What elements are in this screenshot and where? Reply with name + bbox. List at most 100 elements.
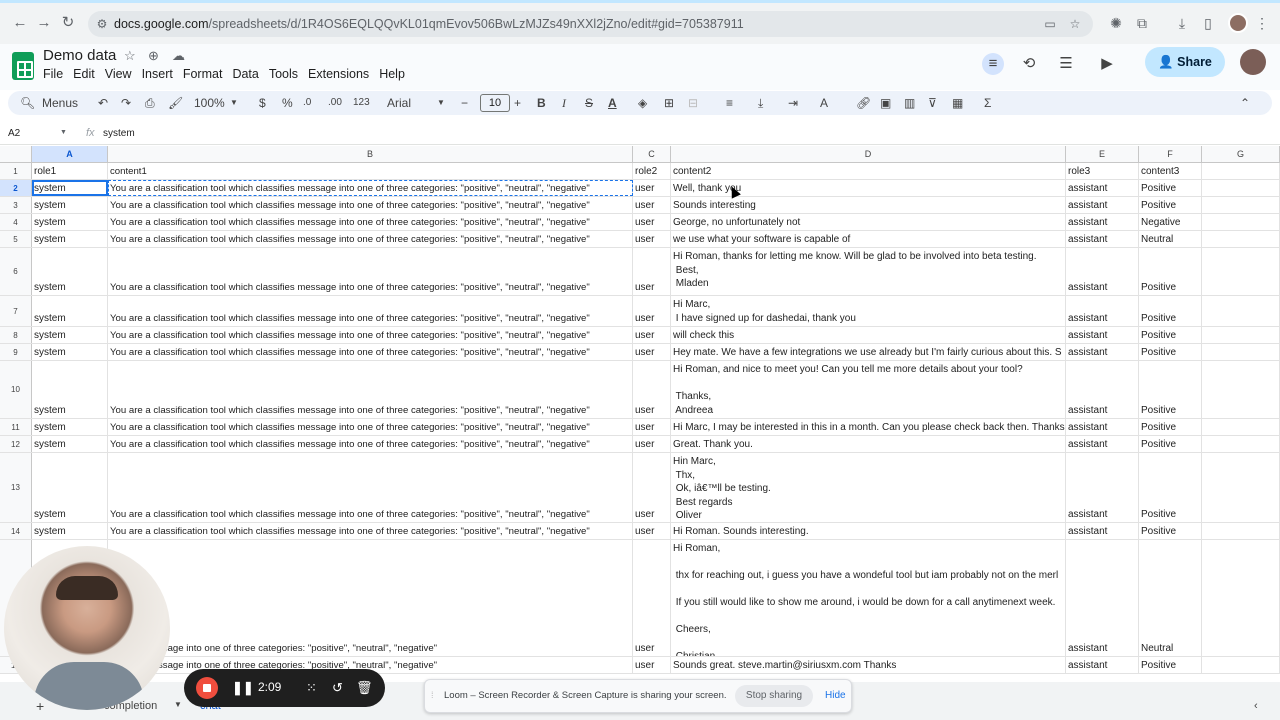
vertical-align-icon[interactable]: ⤓: [758, 91, 763, 115]
cell-e[interactable]: assistant: [1066, 523, 1139, 539]
cell-a[interactable]: system: [32, 327, 108, 343]
cell-e[interactable]: assistant: [1066, 296, 1139, 326]
cell-e[interactable]: assistant: [1066, 419, 1139, 435]
cell-e[interactable]: assistant: [1066, 231, 1139, 247]
cell-g[interactable]: [1202, 344, 1280, 360]
cell-c[interactable]: user: [633, 296, 671, 326]
cell-f[interactable]: Positive: [1139, 248, 1202, 295]
cell-f[interactable]: Positive: [1139, 436, 1202, 452]
more-formats-button[interactable]: 123: [353, 91, 370, 115]
cell-e[interactable]: assistant: [1066, 197, 1139, 213]
bold-button[interactable]: B: [537, 91, 546, 115]
row-header[interactable]: 1: [0, 163, 32, 179]
cell-c[interactable]: user: [633, 180, 671, 196]
cell-c[interactable]: user: [633, 523, 671, 539]
star-icon[interactable]: ☆: [124, 48, 136, 64]
cell-f[interactable]: Positive: [1139, 523, 1202, 539]
cell-b[interactable]: You are a classification tool which clas…: [108, 436, 633, 452]
text-rotation-icon[interactable]: A: [820, 91, 828, 115]
side-panel-icon[interactable]: ▯: [1198, 13, 1218, 33]
italic-button[interactable]: I: [562, 91, 566, 115]
cell-g[interactable]: [1202, 180, 1280, 196]
column-header-a[interactable]: A: [32, 146, 108, 162]
cell-c[interactable]: user: [633, 419, 671, 435]
merge-cells-icon[interactable]: ⊟: [688, 91, 698, 115]
menus-search-label[interactable]: Menus: [42, 91, 78, 115]
cell-f[interactable]: Positive: [1139, 453, 1202, 522]
strikethrough-button[interactable]: S: [585, 91, 593, 115]
scroll-left-icon[interactable]: ‹: [1254, 700, 1258, 712]
cell-c[interactable]: user: [633, 344, 671, 360]
cell-e[interactable]: assistant: [1066, 540, 1139, 656]
cell-e[interactable]: assistant: [1066, 248, 1139, 295]
cell-b[interactable]: You are a classification tool which clas…: [108, 180, 633, 196]
move-icon[interactable]: ⊕: [148, 48, 159, 64]
formula-input[interactable]: system: [103, 128, 135, 139]
cell-b[interactable]: You are a classification tool which clas…: [108, 197, 633, 213]
cell-b[interactable]: assifies message into one of three categ…: [108, 540, 633, 656]
cell-g[interactable]: [1202, 419, 1280, 435]
row-header[interactable]: 3: [0, 197, 32, 213]
functions-button[interactable]: Σ: [984, 91, 991, 115]
cell-c[interactable]: user: [633, 361, 671, 418]
column-header-g[interactable]: G: [1202, 146, 1280, 162]
cell-e[interactable]: assistant: [1066, 344, 1139, 360]
cell-d[interactable]: Hi Roman, thx for reaching out, i guess …: [671, 540, 1066, 656]
zoom-chevron-icon[interactable]: ▼: [230, 91, 238, 115]
cell-g[interactable]: [1202, 248, 1280, 295]
cell-f[interactable]: Positive: [1139, 296, 1202, 326]
decrease-font-size-icon[interactable]: −: [461, 91, 468, 115]
column-header-e[interactable]: E: [1066, 146, 1139, 162]
cell-b[interactable]: content1: [108, 163, 633, 179]
browser-profile-avatar[interactable]: [1228, 13, 1248, 33]
restart-icon[interactable]: ↺: [332, 679, 343, 697]
horizontal-align-icon[interactable]: ≡: [726, 91, 733, 115]
cell-d[interactable]: Hi Roman. Sounds interesting.: [671, 523, 1066, 539]
cell-e[interactable]: assistant: [1066, 180, 1139, 196]
redo-icon[interactable]: ↷: [121, 91, 131, 115]
forward-icon[interactable]: →: [34, 13, 54, 33]
cell-f[interactable]: Positive: [1139, 419, 1202, 435]
stop-sharing-button[interactable]: Stop sharing: [735, 685, 813, 707]
browser-menu-icon[interactable]: ⋮: [1252, 13, 1272, 33]
cell-a[interactable]: system: [32, 453, 108, 522]
cell-e[interactable]: role3: [1066, 163, 1139, 179]
menu-data[interactable]: Data: [227, 66, 263, 82]
cell-b[interactable]: You are a classification tool which clas…: [108, 453, 633, 522]
column-header-b[interactable]: B: [108, 146, 633, 162]
cell-g[interactable]: [1202, 197, 1280, 213]
menu-extensions[interactable]: Extensions: [303, 66, 374, 82]
cell-a[interactable]: system: [32, 197, 108, 213]
menu-file[interactable]: File: [38, 66, 68, 82]
cell-d[interactable]: Sounds interesting: [671, 197, 1066, 213]
hide-notification-button[interactable]: Hide: [825, 690, 846, 701]
cell-a[interactable]: system: [32, 436, 108, 452]
font-chevron-icon[interactable]: ▼: [437, 91, 445, 115]
share-button[interactable]: 👤 Share: [1145, 47, 1225, 77]
cell-c[interactable]: role2: [633, 163, 671, 179]
cell-a[interactable]: system: [32, 248, 108, 295]
grid-drag-icon[interactable]: ⁙: [306, 679, 317, 697]
cell-d[interactable]: Hi Roman, and nice to meet you! Can you …: [671, 361, 1066, 418]
cell-g[interactable]: [1202, 657, 1280, 673]
name-box-chevron-icon[interactable]: ▼: [60, 129, 67, 136]
cell-a[interactable]: system: [32, 523, 108, 539]
menu-format[interactable]: Format: [178, 66, 228, 82]
bookmark-star-icon[interactable]: ☆: [1068, 17, 1082, 31]
stop-recording-icon[interactable]: [196, 677, 218, 699]
reload-icon[interactable]: ↻: [58, 13, 78, 33]
borders-icon[interactable]: ⊞: [664, 91, 674, 115]
select-all-corner[interactable]: [0, 146, 32, 162]
cell-a[interactable]: role1: [32, 163, 108, 179]
cell-f[interactable]: Positive: [1139, 180, 1202, 196]
cell-e[interactable]: assistant: [1066, 361, 1139, 418]
row-header[interactable]: 7: [0, 296, 32, 326]
cell-d[interactable]: George, no unfortunately not: [671, 214, 1066, 230]
cell-c[interactable]: user: [633, 214, 671, 230]
document-title[interactable]: Demo data: [43, 47, 116, 64]
cell-c[interactable]: user: [633, 540, 671, 656]
download-icon[interactable]: ⤓: [1172, 13, 1192, 33]
format-currency-button[interactable]: $: [259, 91, 266, 115]
cell-c[interactable]: user: [633, 657, 671, 673]
cell-e[interactable]: assistant: [1066, 436, 1139, 452]
